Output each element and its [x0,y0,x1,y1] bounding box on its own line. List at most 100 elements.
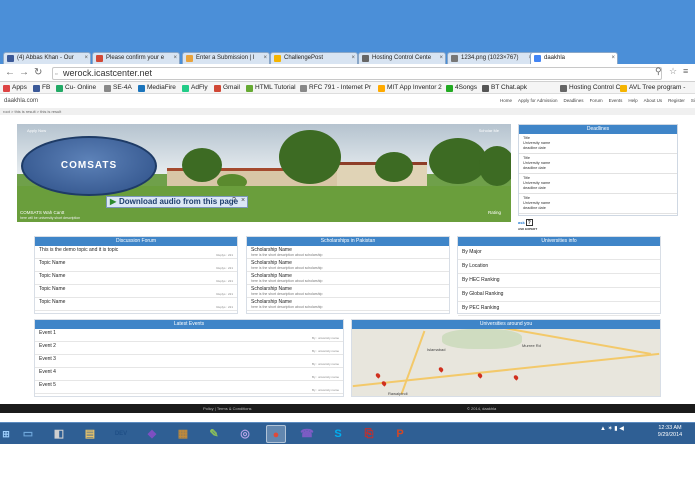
close-icon[interactable]: × [241,197,245,204]
nav-link[interactable]: Deadlines [564,98,584,103]
bookmark-item[interactable]: MIT App Inventor 2 [378,83,442,93]
scholarship-row[interactable]: Scholarship Name here is the short descri… [247,272,449,285]
nav-link[interactable]: Help [628,98,637,103]
download-audio-button[interactable]: ▶ Download audio from this page [106,196,248,208]
tab-close-icon[interactable]: × [84,53,88,64]
event-row[interactable]: Event 1 By : university name [35,329,343,342]
star-icon[interactable]: ☆ [669,66,677,77]
taskbar-app-icon[interactable]: ◎ [235,425,255,443]
deadline-item[interactable]: Title University name deadline date [519,194,677,214]
topic-row[interactable]: This is the demo topic and it is topic Re… [35,246,237,259]
footer-links[interactable]: Policy | Terms & Conditions [203,404,252,413]
bookmark-item[interactable]: Gmail [214,83,240,93]
site-logo[interactable]: daakhla.com [4,98,38,104]
back-icon[interactable]: ← [5,67,15,79]
map-pin[interactable] [512,374,520,381]
taskbar-powerpoint-icon[interactable]: P [390,425,410,443]
nav-link[interactable]: Forum [590,98,603,103]
map-pin[interactable] [374,372,382,379]
scholarship-row[interactable]: Scholarship Name here is the short descri… [247,285,449,298]
universities-filter-link[interactable]: By PEC Ranking [458,302,660,316]
browser-tab[interactable]: (4) Abbas Khan - Our × [3,52,91,64]
hero-banner[interactable]: COMSATS Apply Now Scholar Me COMSATS Wah… [17,124,511,222]
deadline-item[interactable]: Title University name deadline date [519,174,677,194]
system-tray-icons[interactable]: ▲ ✶ ▮ ◀ [600,425,624,432]
forward-icon[interactable]: → [19,67,29,79]
taskbar-skype-icon[interactable]: S [328,425,348,443]
bookmark-item[interactable]: BT Chat.apk [482,83,527,93]
universities-filter-link[interactable]: By HEC Ranking [458,274,660,288]
nav-link[interactable]: Home [500,98,512,103]
topic-row[interactable]: Topic Name Replys : 221 [35,272,237,285]
tab-close-icon[interactable]: × [611,53,615,64]
taskbar-winrar-icon[interactable]: ▦ [173,425,193,443]
universities-filter-link[interactable]: By Global Ranking [458,288,660,302]
topic-row[interactable]: Topic Name Replys : 221 [35,285,237,298]
map-pin[interactable] [437,366,445,373]
nav-link[interactable]: Events [609,98,623,103]
nav-link[interactable]: Register [668,98,685,103]
taskbar-computer-icon[interactable]: ◧ [49,425,69,443]
help-icon[interactable]: ? [232,197,236,204]
ask-expert-logo[interactable]: ask ? ASK EXPERT [518,219,537,231]
taskbar-visual-studio-icon[interactable]: ◆ [142,425,162,443]
tab-close-icon[interactable]: × [439,53,443,64]
taskbar-folder-icon[interactable]: ▤ [80,425,100,443]
browser-tab[interactable]: 1234.png (1023×767)× [447,52,535,64]
bookmark-item[interactable]: MediaFire [138,83,176,93]
event-row[interactable]: Event 4 By : university name [35,368,343,381]
taskbar-devcpp-icon[interactable]: DEV [111,425,131,443]
scholarship-row[interactable]: Scholarship Name here is the short descri… [247,246,449,259]
event-row[interactable]: Event 2 By : university name [35,342,343,355]
event-row[interactable]: Event 5 By : university name [35,381,343,394]
topic-replies: Replys : 221 [216,292,233,296]
bookmark-item[interactable]: RFC 791 - Internet Pr [300,83,371,93]
bookmark-item[interactable]: SE-4A [104,83,132,93]
universities-filter-link[interactable]: By Major [458,246,660,260]
event-row[interactable]: Event 3 By : university name [35,355,343,368]
tab-close-icon[interactable]: × [351,53,355,64]
bookmark-item[interactable]: AVL Tree program - [620,83,685,93]
tab-close-icon[interactable]: × [173,53,177,64]
bookmark-label: Cu- Online [65,84,97,91]
bookmark-item[interactable]: Cu- Online [56,83,96,93]
bookmark-item[interactable]: AdFly [182,83,208,93]
tab-favicon-icon [362,55,369,62]
taskbar-explorer-icon[interactable]: ▭ [18,425,38,443]
bookmark-item[interactable]: Apps [3,83,27,93]
browser-tab[interactable]: Enter a Submission | I × [182,52,270,64]
start-button[interactable]: ⊞ [0,425,12,443]
nav-link[interactable]: About Us [644,98,663,103]
taskbar-paint-icon[interactable]: ✎ [204,425,224,443]
taskbar-acrobat-icon[interactable]: ⎘ [359,425,379,443]
browser-tab[interactable]: daakhla × [530,52,618,64]
taskbar-chrome-icon[interactable]: ● [266,425,286,443]
topic-row[interactable]: Topic Name Replys : 221 [35,298,237,311]
taskbar-viber-icon[interactable]: ☎ [297,425,317,443]
scholarship-row[interactable]: Scholarship Name here is the short descri… [247,259,449,272]
address-bar[interactable]: ▫ werock.icastcenter.net [52,67,662,80]
scholarship-row[interactable]: Scholarship Name here is the short descri… [247,298,449,311]
map[interactable]: Islamabad Rawalpindi Murree Rd [352,329,660,396]
bookmark-item[interactable]: 4Songs [446,83,477,93]
apply-now-tag[interactable]: Apply Now [27,128,46,133]
bookmark-item[interactable]: Hosting Control Ce [560,83,624,93]
nav-link[interactable]: Sign In [691,98,695,103]
browser-tab[interactable]: Hosting Control Cente × [358,52,446,64]
scholar-me-tag[interactable]: Scholar Me [479,128,499,133]
bookmark-item[interactable]: FB [33,83,50,93]
topic-row[interactable]: Topic Name Replys : 221 [35,259,237,272]
deadline-item[interactable]: Title University name deadline date [519,154,677,174]
search-icon[interactable]: ⚲ [655,66,662,77]
menu-icon[interactable]: ≡ [683,66,688,76]
clock[interactable]: 12:33 AM 9/29/2014 [650,425,690,439]
bookmark-item[interactable]: HTML Tutorial [246,83,296,93]
reload-icon[interactable]: ↻ [34,67,42,79]
browser-tab[interactable]: ChallengePost × [270,52,358,64]
deadline-item[interactable]: Title University name deadline date [519,134,677,154]
browser-tab[interactable]: Please confirm your e × [92,52,180,64]
universities-filter-link[interactable]: By Location [458,260,660,274]
scholarship-description: here is the short description about scho… [251,279,323,283]
tab-close-icon[interactable]: × [263,53,267,64]
nav-link[interactable]: Apply for Admission [518,98,558,103]
